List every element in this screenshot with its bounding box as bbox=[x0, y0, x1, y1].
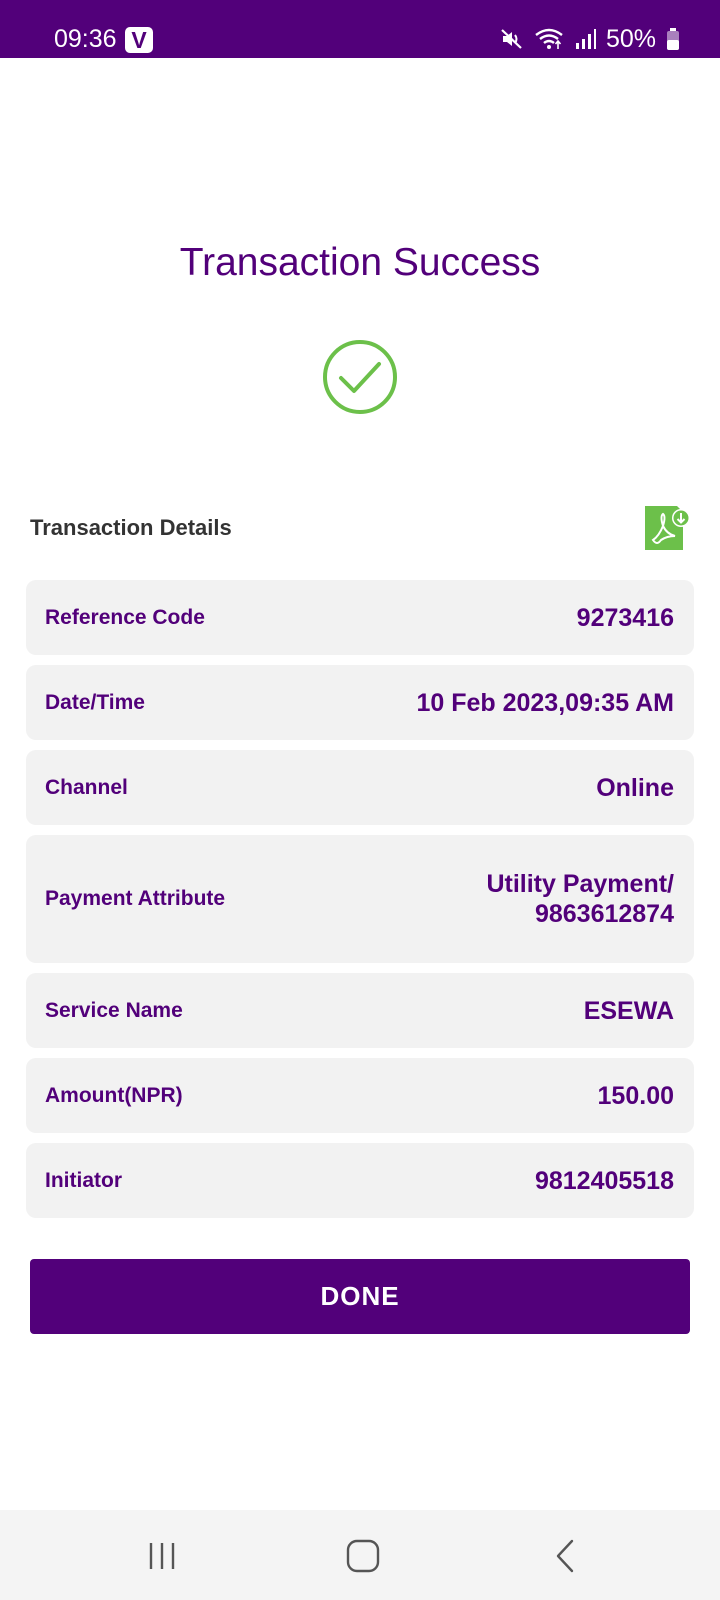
detail-label: Initiator bbox=[45, 1168, 122, 1192]
system-nav-bar bbox=[0, 1510, 720, 1600]
wifi-icon bbox=[535, 28, 563, 49]
transaction-details-list: Reference Code 9273416 Date/Time 10 Feb … bbox=[26, 580, 694, 1228]
detail-row-service-name: Service Name ESEWA bbox=[26, 973, 694, 1048]
detail-label: Service Name bbox=[45, 998, 183, 1022]
signal-icon bbox=[575, 29, 596, 49]
section-heading: Transaction Details bbox=[30, 515, 232, 540]
detail-row-date-time: Date/Time 10 Feb 2023,09:35 AM bbox=[26, 665, 694, 740]
detail-row-initiator: Initiator 9812405518 bbox=[26, 1143, 694, 1218]
detail-label: Channel bbox=[45, 775, 128, 799]
mute-icon bbox=[501, 29, 522, 49]
detail-row-amount: Amount(NPR) 150.00 bbox=[26, 1058, 694, 1133]
detail-value: 9273416 bbox=[576, 603, 674, 632]
detail-value: 10 Feb 2023,09:35 AM bbox=[416, 688, 674, 717]
recent-apps-icon[interactable] bbox=[140, 1534, 184, 1578]
status-time: 09:36 bbox=[54, 25, 117, 53]
pdf-download-icon[interactable] bbox=[643, 504, 691, 552]
detail-value: Utility Payment/ 9863612874 bbox=[486, 870, 674, 928]
detail-value: ESEWA bbox=[583, 996, 674, 1025]
detail-value: 9812405518 bbox=[534, 1166, 674, 1195]
back-icon[interactable] bbox=[544, 1534, 588, 1578]
app-badge-icon: V bbox=[125, 27, 153, 53]
detail-label: Amount(NPR) bbox=[45, 1083, 183, 1107]
detail-row-channel: Channel Online bbox=[26, 750, 694, 825]
battery-percent: 50% bbox=[605, 25, 656, 53]
battery-icon bbox=[667, 28, 679, 50]
check-circle-icon bbox=[323, 340, 397, 414]
detail-value: Online bbox=[596, 773, 674, 802]
page-title: Transaction Success bbox=[179, 241, 541, 284]
detail-label: Date/Time bbox=[45, 690, 145, 714]
detail-label: Reference Code bbox=[45, 605, 205, 629]
detail-label: Payment Attribute bbox=[45, 887, 226, 910]
status-bar: 09:36 V 50% bbox=[0, 0, 720, 58]
status-icons: 50% bbox=[500, 24, 680, 54]
detail-row-payment-attribute: Payment Attribute Utility Payment/ 98636… bbox=[26, 835, 694, 963]
done-button[interactable]: DONE bbox=[30, 1259, 690, 1334]
detail-row-reference-code: Reference Code 9273416 bbox=[26, 580, 694, 655]
home-icon[interactable] bbox=[341, 1534, 385, 1578]
detail-value: 150.00 bbox=[597, 1081, 674, 1110]
